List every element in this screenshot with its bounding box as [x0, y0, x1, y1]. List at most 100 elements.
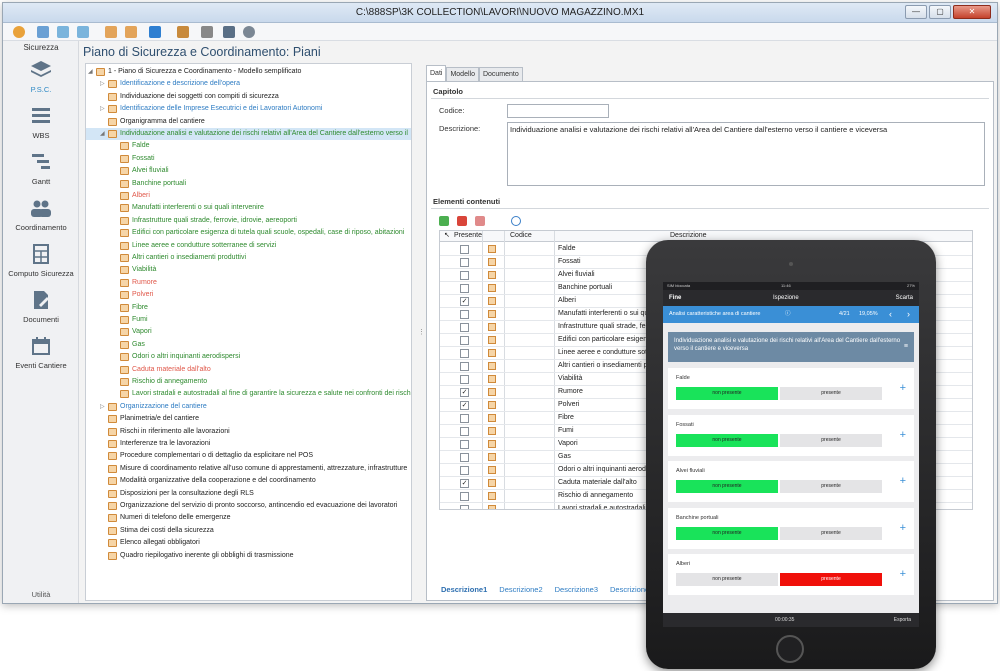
- tree-item[interactable]: Interferenze tra le lavorazioni: [86, 438, 411, 450]
- presente-checkbox[interactable]: [460, 245, 469, 254]
- tab-dati[interactable]: Dati: [426, 65, 447, 81]
- presente-checkbox[interactable]: [460, 492, 469, 501]
- tree-item[interactable]: Fumi: [86, 314, 411, 326]
- info-icon[interactable]: ⓘ: [785, 306, 791, 323]
- delete-element-icon[interactable]: [457, 216, 467, 226]
- descrizione-textarea[interactable]: Individuazione analisi e valutazione dei…: [507, 122, 985, 186]
- select-all-icon[interactable]: ↖: [444, 231, 450, 241]
- document-export-icon[interactable]: [125, 26, 137, 38]
- codice-input[interactable]: [507, 104, 609, 118]
- nav-item-psc[interactable]: P.S.C.: [3, 59, 79, 94]
- expand-arrow-icon[interactable]: ▷: [100, 401, 105, 413]
- tree-item[interactable]: Planimetria/e del cantiere: [86, 413, 411, 425]
- col-codice[interactable]: Codice: [510, 231, 532, 241]
- presente-checkbox[interactable]: ✓: [460, 479, 469, 488]
- non-presente-option[interactable]: non presente: [676, 480, 778, 493]
- tree-item[interactable]: Lavori stradali e autostradali al fine d…: [86, 388, 411, 400]
- tree-item[interactable]: Quadro riepilogativo inerente gli obblig…: [86, 550, 411, 562]
- presente-checkbox[interactable]: [460, 258, 469, 267]
- nav-item-wbs[interactable]: WBS: [3, 105, 79, 140]
- remove-element-icon[interactable]: [475, 216, 485, 226]
- tree-item[interactable]: Disposizioni per la consultazione degli …: [86, 488, 411, 500]
- tree-item[interactable]: Organigramma del cantiere: [86, 116, 411, 128]
- nav-item-computo[interactable]: Computo Sicurezza: [3, 243, 79, 278]
- non-presente-option[interactable]: non presente: [676, 387, 778, 400]
- import-icon[interactable]: [37, 26, 49, 38]
- scarta-button[interactable]: Scarta: [896, 290, 913, 306]
- tree-item[interactable]: Polveri: [86, 289, 411, 301]
- presente-checkbox[interactable]: ✓: [460, 401, 469, 410]
- presente-checkbox[interactable]: [460, 453, 469, 462]
- undo-icon[interactable]: [243, 26, 255, 38]
- prev-icon[interactable]: ‹: [889, 306, 892, 323]
- tab-modello[interactable]: Modello: [446, 67, 479, 81]
- tree-item[interactable]: Fibre: [86, 302, 411, 314]
- add-note-icon[interactable]: +: [900, 568, 906, 580]
- presente-option[interactable]: presente: [780, 480, 882, 493]
- presente-checkbox[interactable]: ✓: [460, 388, 469, 397]
- tree-item[interactable]: Manufatti interferenti o sui quali inter…: [86, 202, 411, 214]
- tree-item[interactable]: Viabilità: [86, 264, 411, 276]
- add-note-icon[interactable]: +: [900, 522, 906, 534]
- presente-checkbox[interactable]: [460, 440, 469, 449]
- expand-arrow-icon[interactable]: ▷: [100, 103, 105, 115]
- non-presente-option[interactable]: non presente: [676, 433, 778, 447]
- presente-checkbox[interactable]: [460, 310, 469, 319]
- tree-item[interactable]: Falde: [86, 140, 411, 152]
- presente-checkbox[interactable]: [460, 427, 469, 436]
- tree-item[interactable]: Modalità organizzative della cooperazion…: [86, 475, 411, 487]
- presente-checkbox[interactable]: [460, 362, 469, 371]
- non-presente-option[interactable]: non presente: [676, 526, 778, 540]
- tree-item[interactable]: ▷ Organizzazione del cantiere: [86, 401, 411, 413]
- tree-add-icon[interactable]: [57, 26, 69, 38]
- save-icon[interactable]: [223, 26, 235, 38]
- presente-checkbox[interactable]: [460, 414, 469, 423]
- tree-item[interactable]: Misure di coordinamento relative all'uso…: [86, 463, 411, 475]
- tree-item[interactable]: Organizzazione del servizio di pronto so…: [86, 500, 411, 512]
- tree-item[interactable]: Elenco allegati obbligatori: [86, 537, 411, 549]
- presente-checkbox[interactable]: [460, 466, 469, 475]
- tree-item[interactable]: Stima dei costi della sicurezza: [86, 525, 411, 537]
- tab-descrizione1[interactable]: Descrizione1: [441, 585, 487, 594]
- tree-item[interactable]: Individuazione dei soggetti con compiti …: [86, 91, 411, 103]
- add-element-icon[interactable]: [439, 216, 449, 226]
- presente-checkbox[interactable]: [460, 336, 469, 345]
- nav-item-coordinamento[interactable]: Coordinamento: [3, 197, 79, 232]
- presente-checkbox[interactable]: [460, 284, 469, 293]
- add-note-icon[interactable]: +: [900, 429, 906, 441]
- tree-item[interactable]: Fossati: [86, 153, 411, 165]
- tab-descrizione2[interactable]: Descrizione2: [499, 585, 542, 594]
- tab-descrizione4[interactable]: Descrizione: [610, 585, 649, 594]
- tree-item[interactable]: Procedure complementari o di dettaglio d…: [86, 450, 411, 462]
- document-icon[interactable]: [105, 26, 117, 38]
- tree-item[interactable]: Gas: [86, 339, 411, 351]
- tree-item[interactable]: Altri cantieri o insediamenti produttivi: [86, 252, 411, 264]
- search-icon[interactable]: [511, 216, 521, 226]
- presente-checkbox[interactable]: [460, 323, 469, 332]
- tree-item[interactable]: Alberi: [86, 190, 411, 202]
- presente-option[interactable]: presente: [780, 526, 882, 540]
- nav-item-gantt[interactable]: Gantt: [3, 151, 79, 186]
- tree-item[interactable]: Banchine portuali: [86, 178, 411, 190]
- presente-checkbox[interactable]: [460, 375, 469, 384]
- tab-documento[interactable]: Documento: [478, 67, 523, 81]
- esporta-button[interactable]: Esporta: [894, 613, 911, 627]
- panel-splitter[interactable]: ⋮: [417, 63, 425, 601]
- tree-item[interactable]: ▷ Identificazione e descrizione dell'oper…: [86, 78, 411, 90]
- tree-item[interactable]: Linee aeree e condutture sotterranee di …: [86, 240, 411, 252]
- presente-checkbox[interactable]: [460, 271, 469, 280]
- presente-checkbox[interactable]: [460, 505, 469, 509]
- collapse-arrow-icon[interactable]: ◢: [88, 66, 93, 78]
- add-note-icon[interactable]: +: [900, 475, 906, 487]
- app-menu-icon[interactable]: [13, 26, 25, 38]
- col-presente[interactable]: Presente: [454, 231, 482, 241]
- tree-item[interactable]: Rumore: [86, 277, 411, 289]
- next-icon[interactable]: ›: [907, 306, 910, 323]
- menu-icon[interactable]: ≡: [904, 343, 908, 351]
- tree-item[interactable]: Rischi in riferimento alle lavorazioni: [86, 426, 411, 438]
- tree-item[interactable]: Caduta materiale dall'alto: [86, 364, 411, 376]
- nav-footer-utilita[interactable]: Utilità: [3, 590, 79, 599]
- checkbox-icon[interactable]: [149, 26, 161, 38]
- fine-button[interactable]: Fine: [669, 290, 681, 306]
- presente-checkbox[interactable]: ✓: [460, 297, 469, 306]
